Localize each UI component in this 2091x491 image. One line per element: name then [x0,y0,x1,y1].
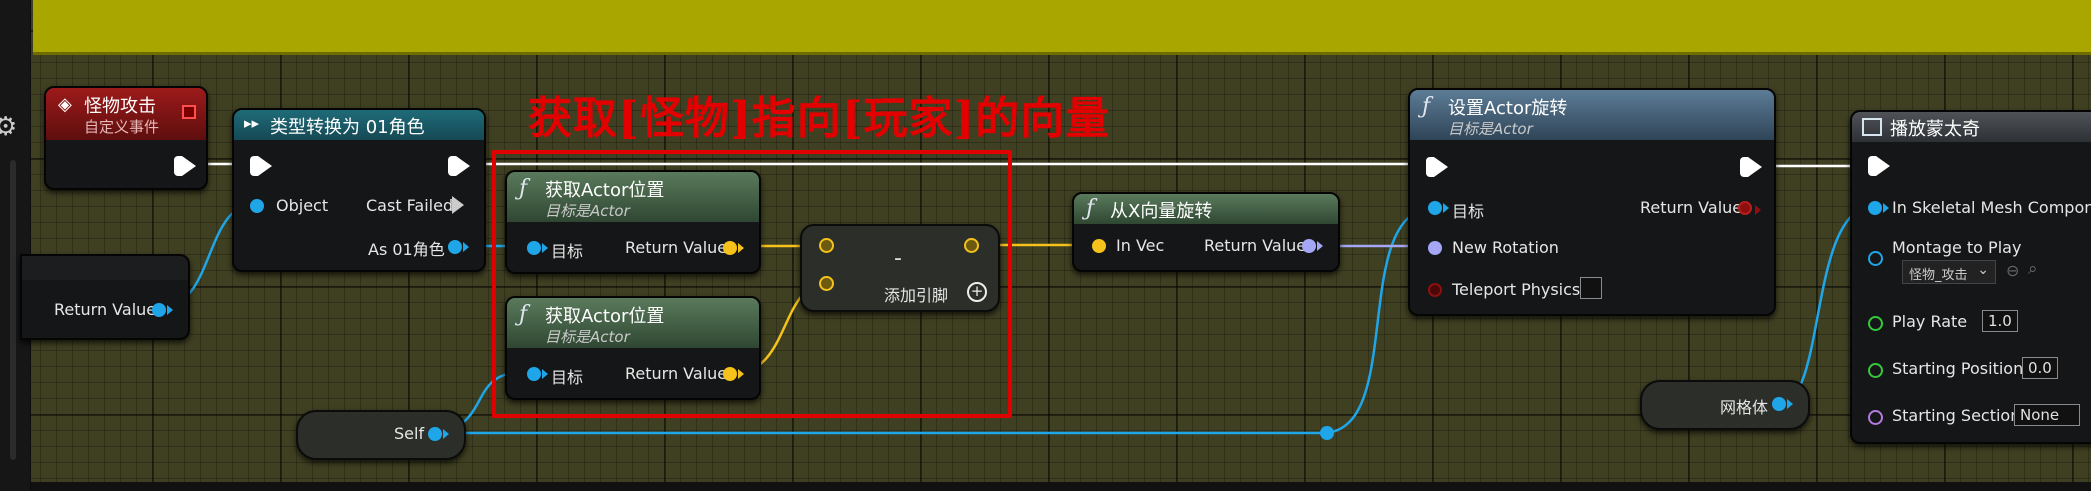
skeletal-mesh-input-pin[interactable] [1868,201,1889,215]
exec-in-pin[interactable] [1868,156,1890,176]
mesh-variable-node[interactable]: 网格体 [1640,380,1810,430]
teleport-checkbox[interactable] [1580,277,1602,299]
exec-out-pin[interactable] [448,156,470,176]
target-input-pin[interactable] [1428,201,1449,215]
blueprint-graph[interactable]: ⚙ ◈ 怪物攻击 自定义事件 ▸▸ 类型转换为 01角色 Object Cast… [0,0,2091,491]
node-title: 播放蒙太奇 [1890,119,1980,140]
node-title: 类型转换为 01角色 [270,117,425,138]
exec-out-pin[interactable] [174,156,196,176]
teleport-input-pin[interactable] [1428,283,1442,297]
function-icon: ƒ [1086,196,1095,221]
play-montage-node[interactable]: 播放蒙太奇 In Skeletal Mesh Componer Montage … [1850,110,2091,444]
exec-out-pin[interactable] [1740,157,1762,177]
cast-failed-exec-pin[interactable] [452,196,464,214]
annotation-title: 获取[怪物]指向[玩家]的向量 [528,93,1111,144]
pin-label: In Vec [1116,236,1165,255]
pin-label: Montage to Play [1892,238,2022,257]
node-header: ◈ 怪物攻击 自定义事件 [46,88,206,140]
cast-icon: ▸▸ [244,114,260,132]
start-section-input-pin[interactable] [1868,410,1883,425]
set-actor-rotation-node[interactable]: ƒ 设置Actor旋转 目标是Actor 目标 Return Value New… [1408,88,1776,316]
self-node[interactable]: Self [296,410,466,460]
node-header [22,256,188,280]
delegate-pin[interactable] [182,105,196,119]
mesh-output-pin[interactable] [1772,397,1793,411]
mesh-label: 网格体 [1720,398,1769,417]
pin-label: Return Value [1640,198,1743,217]
return-output-pin[interactable] [152,303,173,317]
pin-label: Cast Failed [366,196,454,215]
node-title: 怪物攻击 [84,96,156,117]
start-position-field[interactable]: 0.0 [2022,357,2058,379]
montage-icon [1862,118,1882,136]
rotation-from-x-vector-node[interactable]: ƒ 从X向量旋转 In Vec Return Value [1072,192,1340,272]
montage-input-pin[interactable] [1868,251,1883,266]
pin-label: Return Value [54,300,157,319]
cast-node[interactable]: ▸▸ 类型转换为 01角色 Object Cast Failed As 01角色 [232,108,486,272]
node-header: ▸▸ 类型转换为 01角色 [234,110,484,140]
node-subtitle: 目标是Actor [1448,120,1533,138]
montage-asset-dropdown[interactable]: 怪物_攻击 ⌄ [1902,260,1996,284]
self-output-pin[interactable] [428,427,449,441]
as-output-pin[interactable] [448,240,469,254]
node-title: 从X向量旋转 [1110,201,1213,222]
pin-label: Return Value [1204,236,1307,255]
function-icon: ƒ [1422,94,1431,119]
node-header: ƒ 设置Actor旋转 目标是Actor [1410,90,1774,140]
new-rotation-input-pin[interactable] [1428,241,1442,255]
in-vec-input-pin[interactable] [1092,239,1106,253]
return-output-pin[interactable] [1738,201,1761,215]
object-input-pin[interactable] [250,199,264,213]
play-rate-input-pin[interactable] [1868,316,1883,331]
pin-label: In Skeletal Mesh Componer [1892,198,2091,217]
node-subtitle: 自定义事件 [84,118,160,136]
play-rate-field[interactable]: 1.0 [1982,310,2018,332]
pin-label: 目标 [1452,202,1485,221]
pin-label: Starting Position [1892,359,2024,378]
pin-label: Play Rate [1892,312,1968,331]
chevron-down-icon: ⌄ [1977,262,1989,278]
exec-in-pin[interactable] [1426,157,1448,177]
node-title: 设置Actor旋转 [1448,98,1568,119]
self-label: Self [394,424,425,443]
reroute-knot [1320,426,1334,440]
pin-label: Starting Section [1892,406,2021,425]
montage-value: 怪物_攻击 [1909,268,1968,283]
pin-label: Teleport Physics [1452,280,1581,299]
search-icon[interactable]: ⌕ [2028,259,2038,279]
start-section-field[interactable]: None [2014,404,2080,426]
node-header: ƒ 从X向量旋转 [1074,194,1338,224]
use-selected-icon[interactable]: ⊖ [2006,261,2019,280]
event-diamond-icon: ◈ [58,94,72,115]
partial-variable-node[interactable]: Return Value [20,254,190,340]
exec-in-pin[interactable] [250,156,272,176]
annotation-highlight-box [492,150,1012,418]
pin-label: Object [276,196,329,215]
node-header: 播放蒙太奇 [1852,112,2091,142]
pin-label: New Rotation [1452,238,1559,257]
custom-event-node[interactable]: ◈ 怪物攻击 自定义事件 [44,86,208,190]
pin-label: As 01角色 [368,240,445,259]
start-position-input-pin[interactable] [1868,363,1883,378]
return-output-pin[interactable] [1302,239,1323,253]
